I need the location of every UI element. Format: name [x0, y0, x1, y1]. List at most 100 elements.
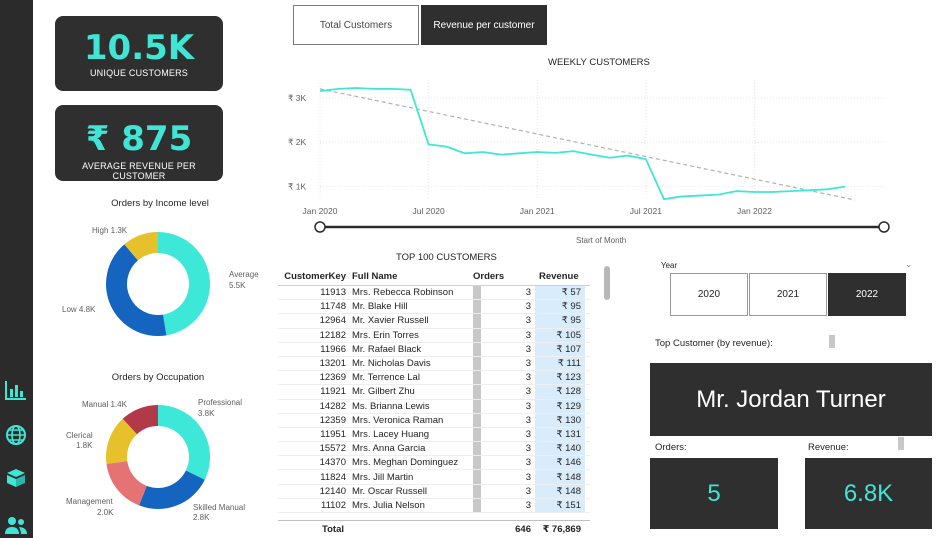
cell-orders: 3 [473, 470, 535, 484]
table-row[interactable]: 12964 Mr. Xavier Russell 3 ₹ 95 [278, 314, 590, 329]
table-row[interactable]: 11913 Mrs. Rebecca Robinson 3 ₹ 57 [278, 286, 590, 301]
cell-orders-text: 3 [525, 485, 531, 497]
cell-orders: 3 [473, 371, 535, 385]
cell-name-text: Mr. Terrence Lal [352, 372, 420, 384]
avg-revenue-card: ₹ 875 AVERAGE REVENUE PER CUSTOMER [55, 105, 223, 181]
cell-name: Mrs. Lacey Huang [348, 429, 473, 440]
trend-line [319, 88, 856, 201]
cell-key: 12140 [278, 486, 348, 497]
cell-key-text: 11951 [320, 428, 346, 440]
orders-databar [473, 314, 481, 328]
orders-databar [473, 300, 481, 314]
cell-name-text: Mrs. Jill Martin [352, 471, 414, 483]
table-body: 11913 Mrs. Rebecca Robinson 3 ₹ 57 11748 Mr. … [278, 286, 590, 513]
box-icon[interactable] [3, 465, 29, 491]
cell-name-text: Mr. Rafael Black [352, 343, 422, 355]
cell-revenue: ₹ 129 [535, 399, 585, 413]
orders-databar [473, 399, 481, 413]
cell-key: 12359 [278, 415, 348, 426]
table-row[interactable]: 15572 Mrs. Anna Garcia 3 ₹ 140 [278, 442, 590, 457]
tab-total-customers[interactable]: Total Customers [293, 5, 419, 45]
donut-slice-average[interactable] [158, 232, 210, 336]
cell-key: 11913 [278, 287, 348, 298]
globe-icon[interactable] [3, 422, 29, 448]
col-header-name[interactable]: Full Name [348, 271, 473, 282]
cell-orders: 3 [473, 413, 535, 427]
top-customer-name: Mr. Jordan Turner [696, 385, 886, 413]
cell-orders: 3 [473, 286, 535, 300]
x-tick-label: Jan 2020 [303, 206, 338, 216]
table-row[interactable]: 11921 Mr. Gilbert Zhu 3 ₹ 128 [278, 385, 590, 400]
bar-chart-icon[interactable] [3, 377, 29, 403]
top-customers-title: TOP 100 CUSTOMERS [396, 252, 497, 263]
total-label: Total [322, 524, 344, 535]
cell-orders-text: 3 [525, 414, 531, 426]
year-option-2022[interactable]: 2022 [828, 273, 906, 316]
col-header-key[interactable]: CustomerKey [278, 271, 348, 282]
table-row[interactable]: 12140 Mr. Oscar Russell 3 ₹ 148 [278, 484, 590, 499]
cell-orders: 3 [473, 484, 535, 498]
top-customer-name-card: Mr. Jordan Turner [650, 363, 932, 436]
table-row[interactable]: 12369 Mr. Terrence Lal 3 ₹ 123 [278, 371, 590, 386]
table-row[interactable]: 11951 Mrs. Lacey Huang 3 ₹ 131 [278, 427, 590, 443]
y-tick-label: ₹ 1K [288, 182, 306, 192]
cell-key-text: 14370 [319, 457, 346, 469]
table-row[interactable]: 11102 Mrs. Julia Nelson 3 ₹ 151 [278, 498, 590, 513]
cell-orders-text: 3 [525, 428, 531, 440]
table-row[interactable]: 11824 Mrs. Jill Martin 3 ₹ 148 [278, 470, 590, 485]
cell-revenue-text: ₹ 140 [556, 443, 581, 455]
cell-revenue: ₹ 146 [535, 456, 585, 470]
tab-revenue-per-customer[interactable]: Revenue per customer [421, 5, 547, 45]
table-row[interactable]: 14370 Mrs. Meghan Dominguez 3 ₹ 146 [278, 456, 590, 471]
cell-orders-text: 3 [525, 301, 531, 313]
orders-databar [473, 342, 481, 356]
users-icon[interactable] [3, 512, 29, 538]
year-option-2021[interactable]: 2021 [749, 273, 827, 316]
cell-key-text: 11913 [320, 287, 346, 299]
cell-revenue-text: ₹ 95 [561, 301, 581, 313]
cell-name-text: Mr. Blake Hill [352, 301, 408, 313]
income-label-average-name: Average [229, 270, 259, 279]
orders-databar [473, 371, 481, 385]
cell-orders-text: 3 [525, 372, 531, 384]
table-row[interactable]: 12182 Mrs. Erin Torres 3 ₹ 105 [278, 328, 590, 343]
x-tick-label: Jul 2020 [413, 206, 445, 216]
orders-databar [473, 356, 481, 371]
orders-card: 5 [650, 458, 778, 529]
table-scrollbar[interactable] [604, 266, 610, 300]
cell-revenue: ₹ 140 [535, 442, 585, 456]
table-row[interactable]: 14282 Ms. Brianna Lewis 3 ₹ 129 [278, 399, 590, 414]
slider-handle-start[interactable] [314, 221, 326, 233]
cell-key-text: 11102 [320, 499, 346, 511]
col-header-orders[interactable]: Orders [473, 268, 535, 285]
cell-orders-text: 3 [525, 358, 531, 370]
cell-orders: 3 [473, 456, 535, 470]
income-donut-chart [106, 232, 210, 336]
cell-name-text: Mrs. Erin Torres [352, 329, 419, 341]
occupation-chart-title: Orders by Occupation [111, 372, 205, 383]
cell-key-text: 11966 [320, 343, 346, 355]
weekly-customers-chart: ₹ 3K ₹ 2K ₹ 1K Jan 2020 Jul 2020 Jan 2021 Jul … [288, 80, 890, 233]
orders-value: 5 [707, 479, 721, 507]
revenue-card: 6.8K [805, 458, 932, 529]
table-row[interactable]: 11966 Mr. Rafael Black 3 ₹ 107 [278, 342, 590, 357]
chevron-down-icon[interactable]: ⌄ [905, 259, 913, 270]
cell-name: Mrs. Meghan Dominguez [348, 457, 473, 468]
col-header-revenue[interactable]: Revenue [535, 268, 585, 285]
cell-name-text: Mr. Nicholas Davis [352, 358, 431, 370]
unique-customers-value: 10.5K [83, 28, 195, 68]
cell-revenue: ₹ 123 [535, 371, 585, 385]
total-orders: 646 [515, 524, 531, 535]
cell-orders: 3 [473, 342, 535, 356]
cell-revenue: ₹ 148 [535, 470, 585, 484]
cell-key-text: 11748 [320, 301, 346, 313]
avg-revenue-value: ₹ 875 [85, 119, 193, 159]
table-row[interactable]: 13201 Mr. Nicholas Davis 3 ₹ 111 [278, 356, 590, 372]
cell-revenue-text: ₹ 111 [557, 358, 581, 370]
cell-orders: 3 [473, 442, 535, 456]
table-row[interactable]: 11748 Mr. Blake Hill 3 ₹ 95 [278, 300, 590, 315]
slider-handle-end[interactable] [878, 221, 890, 233]
table-row[interactable]: 12359 Mrs. Veronica Raman 3 ₹ 130 [278, 413, 590, 428]
year-option-2020[interactable]: 2020 [670, 273, 748, 316]
cell-key-text: 12359 [319, 414, 346, 426]
